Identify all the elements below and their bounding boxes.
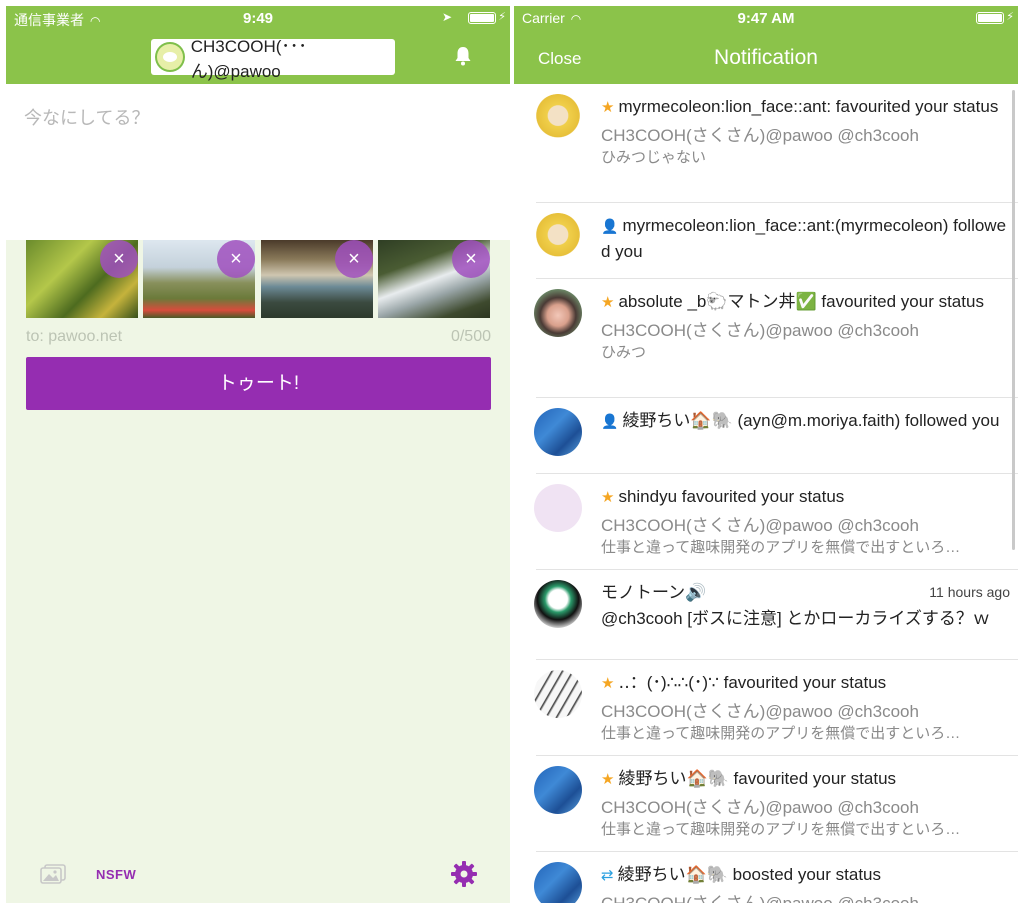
status-author: CH3COOH(さくさん)@pawoo @ch3cooh: [601, 516, 919, 535]
avatar[interactable]: [534, 580, 582, 628]
remove-attachment-button[interactable]: ×: [100, 240, 138, 278]
boost-icon: ⇄: [601, 867, 614, 884]
notification-text: 綾野ちい🏠🐘 favourited your status: [618, 769, 897, 788]
notification-item[interactable]: 👤 myrmecoleon:lion_face::ant:(myrmecoleon…: [534, 203, 1018, 279]
notification-list: ★ myrmecoleon:lion_face::ant: favourited …: [514, 84, 1018, 903]
bell-icon[interactable]: [454, 46, 472, 66]
nsfw-toggle[interactable]: NSFW: [96, 867, 136, 882]
toot-button[interactable]: トゥート!: [26, 357, 491, 410]
notification-text: absolute _b🐑マトン丼✅ favourited your status: [618, 292, 984, 311]
star-icon: ★: [601, 294, 615, 311]
character-count: 0/500: [450, 328, 491, 345]
avatar[interactable]: [534, 408, 582, 456]
attachment-thumbnail[interactable]: ×: [26, 240, 138, 318]
instance-label: to: pawoo.net: [26, 328, 123, 345]
star-icon: ★: [601, 489, 615, 506]
star-icon: ★: [601, 771, 615, 788]
avatar[interactable]: [534, 289, 582, 337]
charging-bolt-icon: ⚡: [498, 11, 506, 23]
mention-text: @ch3cooh [ボスに注意] とかローカライズする？ｗ: [601, 609, 990, 628]
status-author: CH3COOH(さくさん)@pawoo @ch3cooh: [601, 321, 919, 340]
avatar[interactable]: [534, 484, 582, 532]
notification-screen: Carrier ◠ 9:47 AM ⚡ Close Notification ★ m…: [514, 6, 1018, 903]
avatar[interactable]: [534, 670, 582, 718]
attachment-strip: × × × ×: [26, 240, 491, 318]
account-name: CH3COOH(･･･ん)@pawoo: [190, 37, 307, 81]
remove-attachment-button[interactable]: ×: [335, 240, 373, 278]
status-excerpt: 仕事と違って趣味開発のアプリを無償で出すといろ…: [601, 725, 961, 742]
notification-item[interactable]: ★ absolute _b🐑マトン丼✅ favourited your statu…: [534, 279, 1018, 398]
notification-text: myrmecoleon:lion_face::ant:(myrmecoleon)…: [601, 216, 1007, 261]
charging-bolt-icon: ⚡: [1006, 11, 1014, 23]
account-avatar: [155, 42, 185, 72]
status-excerpt: 仕事と違って趣味開発のアプリを無償で出すといろ…: [601, 821, 961, 838]
battery-icon: [976, 12, 1004, 24]
status-bar: 通信事業者 ◠ 9:49 ➤ ⚡: [6, 6, 510, 30]
star-icon: ★: [601, 99, 615, 116]
clock: 9:47 AM: [737, 10, 795, 27]
status-author: CH3COOH(さくさん)@pawoo @ch3cooh: [601, 798, 919, 817]
status-bar: Carrier ◠ 9:47 AM ⚡: [514, 6, 1018, 30]
notification-text: ‥：(･)∴∴(･)∵ favourited your status: [618, 673, 887, 692]
avatar[interactable]: [534, 862, 582, 903]
photo-library-icon[interactable]: [40, 864, 66, 884]
notification-item[interactable]: ★ myrmecoleon:lion_face::ant: favourited …: [534, 84, 1018, 203]
avatar[interactable]: [534, 213, 582, 261]
notification-text: shindyu favourited your status: [618, 487, 845, 506]
gear-icon[interactable]: [450, 860, 478, 888]
avatar[interactable]: [534, 766, 582, 814]
notification-item[interactable]: ★ ‥：(･)∴∴(･)∵ favourited your status CH3C…: [534, 660, 1018, 756]
page-title: Notification: [714, 46, 818, 69]
mention-item[interactable]: モノトーン🔊 11 hours ago @ch3cooh [ボスに注意] とかロ…: [534, 570, 1018, 660]
notification-text: 綾野ちい🏠🐘 (ayn@m.moriya.faith) followed you: [622, 411, 1000, 430]
avatar[interactable]: [534, 94, 582, 142]
clock: 9:49: [242, 10, 274, 27]
notification-item[interactable]: ★ shindyu favourited your status CH3COOH(…: [534, 474, 1018, 570]
compose-meta: to: pawoo.net 0/500: [26, 328, 491, 348]
status-excerpt: 仕事と違って趣味開発のアプリを無償で出すといろ…: [601, 539, 961, 556]
compose-placeholder: 今なにしてる？: [24, 108, 150, 128]
notification-navbar: Carrier ◠ 9:47 AM ⚡ Close Notification: [514, 6, 1018, 84]
notification-item[interactable]: 👤 綾野ちい🏠🐘 (ayn@m.moriya.faith) followed yo…: [534, 398, 1018, 474]
attachment-thumbnail[interactable]: ×: [143, 240, 255, 318]
remove-attachment-button[interactable]: ×: [452, 240, 490, 278]
account-switcher[interactable]: CH3COOH(･･･ん)@pawoo: [151, 37, 395, 81]
star-icon: ★: [601, 675, 615, 692]
status-excerpt: ひみつ: [601, 344, 647, 361]
attachment-thumbnail[interactable]: ×: [261, 240, 373, 318]
status-excerpt: ひみつじゃない: [601, 149, 707, 166]
notification-text: myrmecoleon:lion_face::ant: favourited y…: [618, 97, 999, 116]
notification-text: 綾野ちい🏠🐘 boosted your status: [617, 865, 882, 884]
follow-icon: 👤: [601, 218, 619, 234]
status-author: CH3COOH(さくさん)@pawoo @ch3cooh: [601, 702, 919, 721]
remove-attachment-button[interactable]: ×: [217, 240, 255, 278]
compose-navbar: 通信事業者 ◠ 9:49 ➤ ⚡ CH3COOH(･･･ん)@pawoo: [6, 6, 510, 84]
notification-item[interactable]: ★ 綾野ちい🏠🐘 favourited your status CH3COOH(さ…: [534, 756, 1018, 852]
compose-textarea[interactable]: 今なにしてる？: [6, 84, 510, 240]
battery-icon: [468, 12, 496, 24]
location-arrow-icon: ➤: [441, 10, 452, 24]
attachment-thumbnail[interactable]: ×: [378, 240, 490, 318]
status-author: CH3COOH(さくさん)@pawoo @ch3cooh: [601, 893, 1010, 903]
scroll-indicator[interactable]: [1012, 90, 1015, 550]
compose-screen: 通信事業者 ◠ 9:49 ➤ ⚡ CH3COOH(･･･ん)@pawoo 今なにし…: [6, 6, 510, 903]
timestamp: 11 hours ago: [929, 584, 1010, 600]
status-author: CH3COOH(さくさん)@pawoo @ch3cooh: [601, 126, 919, 145]
notification-item[interactable]: ⇄綾野ちい🏠🐘 boosted your status CH3COOH(さくさん…: [534, 852, 1018, 903]
follow-icon: 👤: [601, 413, 619, 429]
